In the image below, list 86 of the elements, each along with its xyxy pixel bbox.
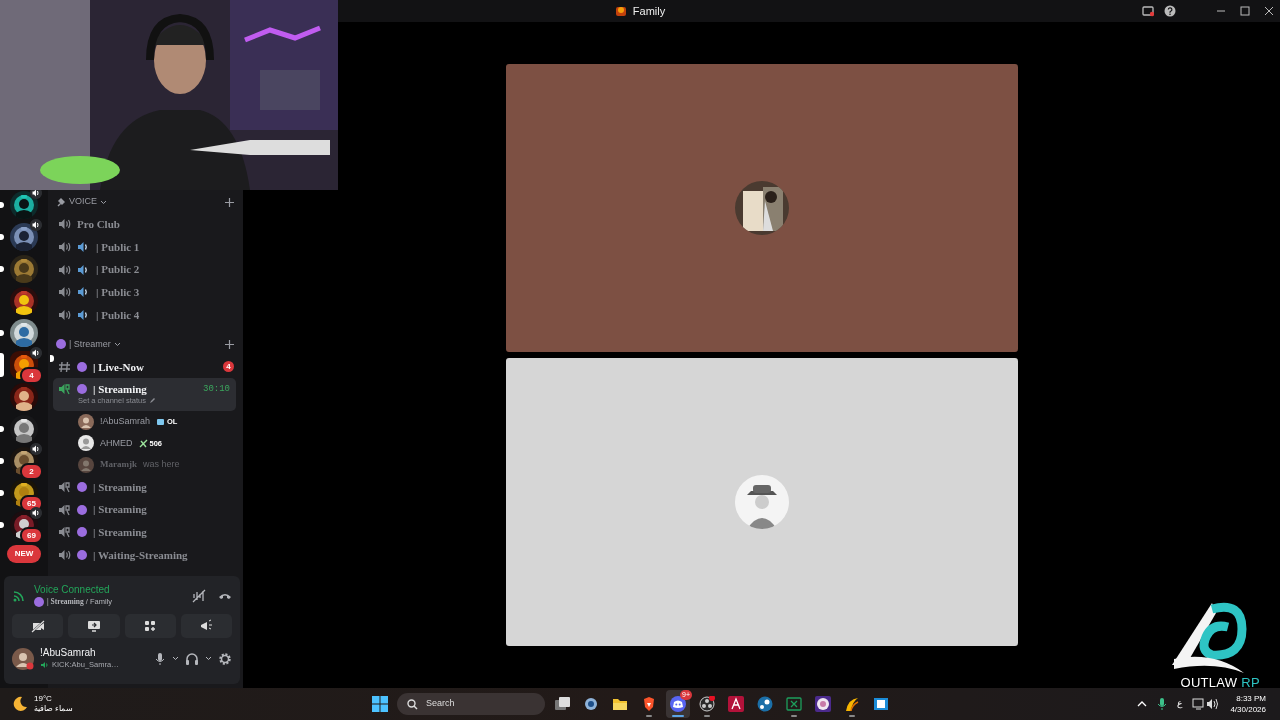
member-item[interactable]: Maramjk was here (53, 454, 240, 476)
channel-name: | Streaming (93, 382, 147, 398)
notification-badge: 2 (20, 463, 43, 480)
activities-button[interactable] (124, 614, 176, 639)
channel-item[interactable]: | Streaming (53, 498, 240, 521)
channel-name: | Public 1 (96, 239, 140, 255)
clock-time[interactable]: 8:33 PM (1230, 693, 1266, 704)
search-field[interactable]: Search (397, 693, 545, 715)
channel-item[interactable]: | Public 3 (53, 281, 240, 304)
channel-name: | Public 4 (96, 307, 140, 323)
member-name: !AbuSamrah (100, 415, 151, 429)
speaker-icon (58, 502, 71, 517)
close-icon[interactable] (1262, 5, 1276, 17)
microphone-icon[interactable] (154, 651, 166, 666)
channel-name: | Streaming (93, 525, 147, 541)
member-name: AHMED (100, 436, 133, 450)
window-title: Family (632, 3, 666, 19)
connection-status: Voice Connected (34, 584, 111, 596)
settings-icon[interactable] (218, 651, 232, 666)
speaker-icon (58, 217, 71, 232)
hash-icon (58, 359, 71, 374)
chevron-icon[interactable] (113, 341, 121, 347)
username: !AbuSamrah (40, 647, 97, 660)
camera-off-icon (30, 619, 45, 634)
camera-off-button[interactable] (12, 614, 64, 639)
speaker-icon (58, 285, 71, 300)
brand-logo: OUTLAW RP (1180, 676, 1260, 690)
search-icon (407, 698, 418, 710)
network-volume-icon[interactable] (1192, 697, 1221, 711)
pencil-icon (148, 396, 156, 404)
add-icon[interactable] (225, 197, 234, 207)
speaker-icon (58, 308, 71, 323)
mention-count: 4 (223, 361, 234, 373)
channel-item[interactable]: | Public 4 (53, 303, 240, 327)
language-indicator[interactable]: ع (1177, 697, 1183, 711)
video-tile[interactable] (505, 64, 1018, 352)
dot-icon (34, 596, 44, 607)
notification-badge: 4 (20, 367, 43, 384)
category-label[interactable]: | Streamer (69, 337, 111, 352)
channel-name: | Streaming (93, 502, 147, 518)
speaker-icon (40, 660, 49, 669)
channel-name: | Public 2 (96, 262, 140, 278)
tag-icon (156, 417, 166, 427)
speaker-icon (58, 262, 71, 277)
channel-name: | Waiting-Streaming (93, 547, 188, 563)
speaker-icon (58, 547, 71, 562)
signal-icon (12, 588, 26, 603)
chevron-icon[interactable] (100, 199, 107, 205)
chevron-icon[interactable] (205, 656, 212, 662)
moon-icon[interactable] (12, 696, 28, 712)
new-badge[interactable]: NEW (6, 545, 42, 563)
channel-item[interactable]: Pro Club (53, 213, 240, 236)
screen-share-icon (86, 619, 101, 634)
channel-item[interactable]: | Streaming (53, 520, 240, 544)
maximize-icon[interactable] (1238, 5, 1252, 17)
channel-item[interactable]: | Public 2 (53, 258, 240, 282)
channel-item[interactable]: | Waiting-Streaming (53, 543, 240, 567)
channel-name: | Live-Now (93, 359, 144, 375)
help-icon[interactable] (1164, 5, 1176, 17)
speaker-icon (58, 240, 71, 255)
speaker-icon (58, 479, 71, 494)
channel-name: | Streaming (93, 479, 147, 495)
notification-badge: 69 (20, 527, 43, 544)
clock-date[interactable]: 4/30/2026 (1230, 704, 1266, 715)
temperature: 19°C (34, 694, 53, 704)
call-timer: 30:10 (203, 382, 230, 396)
chevron-icon[interactable] (172, 656, 179, 662)
member-name: Maramjk (100, 458, 137, 472)
grid-icon (143, 619, 158, 634)
weather-description: سماء صافية (34, 704, 74, 714)
speaker-icon (58, 525, 71, 540)
channel-item[interactable]: | Streaming (53, 475, 240, 499)
channel-item[interactable]: | Public 1 (53, 235, 240, 259)
member-note: was here (143, 458, 180, 472)
channel-name: Pro Club (77, 217, 120, 233)
microphone-icon[interactable] (1157, 697, 1168, 711)
noise-suppression-icon[interactable] (192, 588, 206, 603)
channel-name: | Public 3 (96, 285, 140, 301)
soundboard-button[interactable] (180, 614, 232, 639)
add-icon[interactable] (225, 339, 234, 349)
headphones-icon[interactable] (185, 651, 199, 666)
video-tile[interactable] (505, 358, 1018, 646)
screen-share-button[interactable] (68, 614, 120, 639)
category-label[interactable]: VOICE (69, 195, 97, 209)
screen-icon[interactable] (1142, 5, 1154, 17)
channel-item[interactable]: | Live-Now 4 (53, 355, 240, 379)
